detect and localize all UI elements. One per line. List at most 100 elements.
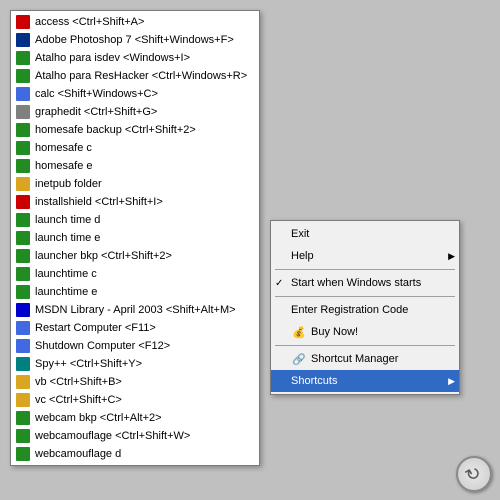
list-item-label: launcher bkp <Ctrl+Shift+2> [35, 250, 172, 262]
app-icon [15, 374, 31, 390]
menu-item[interactable]: Help ▶ [271, 245, 459, 267]
list-item[interactable]: Shutdown Computer <F12> [11, 337, 259, 355]
menu-separator [275, 269, 455, 270]
list-item-label: Shutdown Computer <F12> [35, 340, 170, 352]
context-menu: Exit Help ▶ ✓ Start when Windows starts Enter… [270, 220, 460, 395]
list-item-label: launch time d [35, 214, 100, 226]
menu-item[interactable]: 💰 Buy Now! [271, 321, 459, 343]
menu-item-icon: 💰 [291, 324, 307, 340]
menu-item-icon: 🔗 [291, 351, 307, 367]
list-item-label: Atalho para ResHacker <Ctrl+Windows+R> [35, 70, 247, 82]
list-item-label: graphedit <Ctrl+Shift+G> [35, 106, 157, 118]
list-item-label: homesafe backup <Ctrl+Shift+2> [35, 124, 196, 136]
list-item[interactable]: graphedit <Ctrl+Shift+G> [11, 103, 259, 121]
list-item-label: calc <Shift+Windows+C> [35, 88, 158, 100]
list-item[interactable]: webcam bkp <Ctrl+Alt+2> [11, 409, 259, 427]
menu-item-label: Shortcuts [291, 375, 337, 387]
app-icon [15, 158, 31, 174]
list-item[interactable]: installshield <Ctrl+Shift+I> [11, 193, 259, 211]
list-item[interactable]: Adobe Photoshop 7 <Shift+Windows+F> [11, 31, 259, 49]
menu-separator [275, 345, 455, 346]
list-item[interactable]: launcher bkp <Ctrl+Shift+2> [11, 247, 259, 265]
list-item[interactable]: MSDN Library - April 2003 <Shift+Alt+M> [11, 301, 259, 319]
app-icon [15, 320, 31, 336]
list-item[interactable]: homesafe backup <Ctrl+Shift+2> [11, 121, 259, 139]
menu-item-label: Exit [291, 228, 309, 240]
app-icon [15, 446, 31, 462]
app-icon [15, 50, 31, 66]
list-item[interactable]: vb <Ctrl+Shift+B> [11, 373, 259, 391]
list-item-label: access <Ctrl+Shift+A> [35, 16, 144, 28]
list-item[interactable]: launch time d [11, 211, 259, 229]
app-icon [15, 266, 31, 282]
list-item[interactable]: homesafe e [11, 157, 259, 175]
app-icon [15, 122, 31, 138]
list-item[interactable]: webcamouflage d [11, 445, 259, 463]
app-icon [15, 230, 31, 246]
list-item-label: webcamouflage <Ctrl+Shift+W> [35, 430, 190, 442]
app-icon [15, 248, 31, 264]
menu-separator [275, 296, 455, 297]
checkmark-icon: ✓ [275, 278, 283, 289]
list-item-label: launch time e [35, 232, 100, 244]
app-icon [15, 176, 31, 192]
list-item[interactable]: Spy++ <Ctrl+Shift+Y> [11, 355, 259, 373]
app-icon [15, 14, 31, 30]
list-item-label: webcamouflage d [35, 448, 121, 460]
list-item-label: inetpub folder [35, 178, 102, 190]
list-item[interactable]: calc <Shift+Windows+C> [11, 85, 259, 103]
app-icon [15, 32, 31, 48]
list-item-label: vc <Ctrl+Shift+C> [35, 394, 122, 406]
list-item-label: homesafe c [35, 142, 92, 154]
menu-item[interactable]: Exit [271, 223, 459, 245]
app-icon [15, 284, 31, 300]
list-item-label: webcam bkp <Ctrl+Alt+2> [35, 412, 162, 424]
list-item-label: installshield <Ctrl+Shift+I> [35, 196, 163, 208]
list-item[interactable]: Restart Computer <F11> [11, 319, 259, 337]
list-item[interactable]: access <Ctrl+Shift+A> [11, 13, 259, 31]
app-icon [15, 392, 31, 408]
app-icon [15, 428, 31, 444]
program-list: access <Ctrl+Shift+A> Adobe Photoshop 7 <… [10, 10, 260, 466]
list-item[interactable]: vc <Ctrl+Shift+C> [11, 391, 259, 409]
app-icon [15, 410, 31, 426]
app-icon [15, 302, 31, 318]
list-item[interactable]: Atalho para isdev <Windows+I> [11, 49, 259, 67]
list-item-label: launchtime e [35, 286, 97, 298]
list-item[interactable]: launchtime c [11, 265, 259, 283]
menu-item[interactable]: Enter Registration Code [271, 299, 459, 321]
app-icon [15, 194, 31, 210]
list-item[interactable]: webcamouflage <Ctrl+Shift+W> [11, 427, 259, 445]
list-item-label: MSDN Library - April 2003 <Shift+Alt+M> [35, 304, 236, 316]
list-item[interactable]: homesafe c [11, 139, 259, 157]
app-icon [15, 356, 31, 372]
menu-item[interactable]: Shortcuts ▶ [271, 370, 459, 392]
list-item-label: Spy++ <Ctrl+Shift+Y> [35, 358, 142, 370]
menu-item-label: Enter Registration Code [291, 304, 408, 316]
submenu-arrow-icon: ▶ [448, 376, 455, 387]
menu-item-label: Start when Windows starts [291, 277, 421, 289]
list-item[interactable]: launch time e [11, 229, 259, 247]
menu-item[interactable]: ✓ Start when Windows starts [271, 272, 459, 294]
menu-item-label: Help [291, 250, 314, 262]
refresh-icon: ↻ [462, 461, 486, 487]
list-item[interactable]: inetpub folder [11, 175, 259, 193]
app-icon [15, 104, 31, 120]
list-item-label: vb <Ctrl+Shift+B> [35, 376, 122, 388]
submenu-arrow-icon: ▶ [448, 251, 455, 262]
list-item-label: launchtime c [35, 268, 97, 280]
app-icon [15, 338, 31, 354]
menu-item-label: Shortcut Manager [311, 353, 398, 365]
list-item-label: Atalho para isdev <Windows+I> [35, 52, 190, 64]
list-item-label: Adobe Photoshop 7 <Shift+Windows+F> [35, 34, 234, 46]
list-item[interactable]: Atalho para ResHacker <Ctrl+Windows+R> [11, 67, 259, 85]
menu-item-label: Buy Now! [311, 326, 358, 338]
app-icon [15, 68, 31, 84]
list-item-label: Restart Computer <F11> [35, 322, 156, 334]
app-icon [15, 140, 31, 156]
list-item-label: homesafe e [35, 160, 92, 172]
list-item[interactable]: launchtime e [11, 283, 259, 301]
menu-item[interactable]: 🔗 Shortcut Manager [271, 348, 459, 370]
app-icon [15, 86, 31, 102]
refresh-button[interactable]: ↻ [456, 456, 492, 492]
